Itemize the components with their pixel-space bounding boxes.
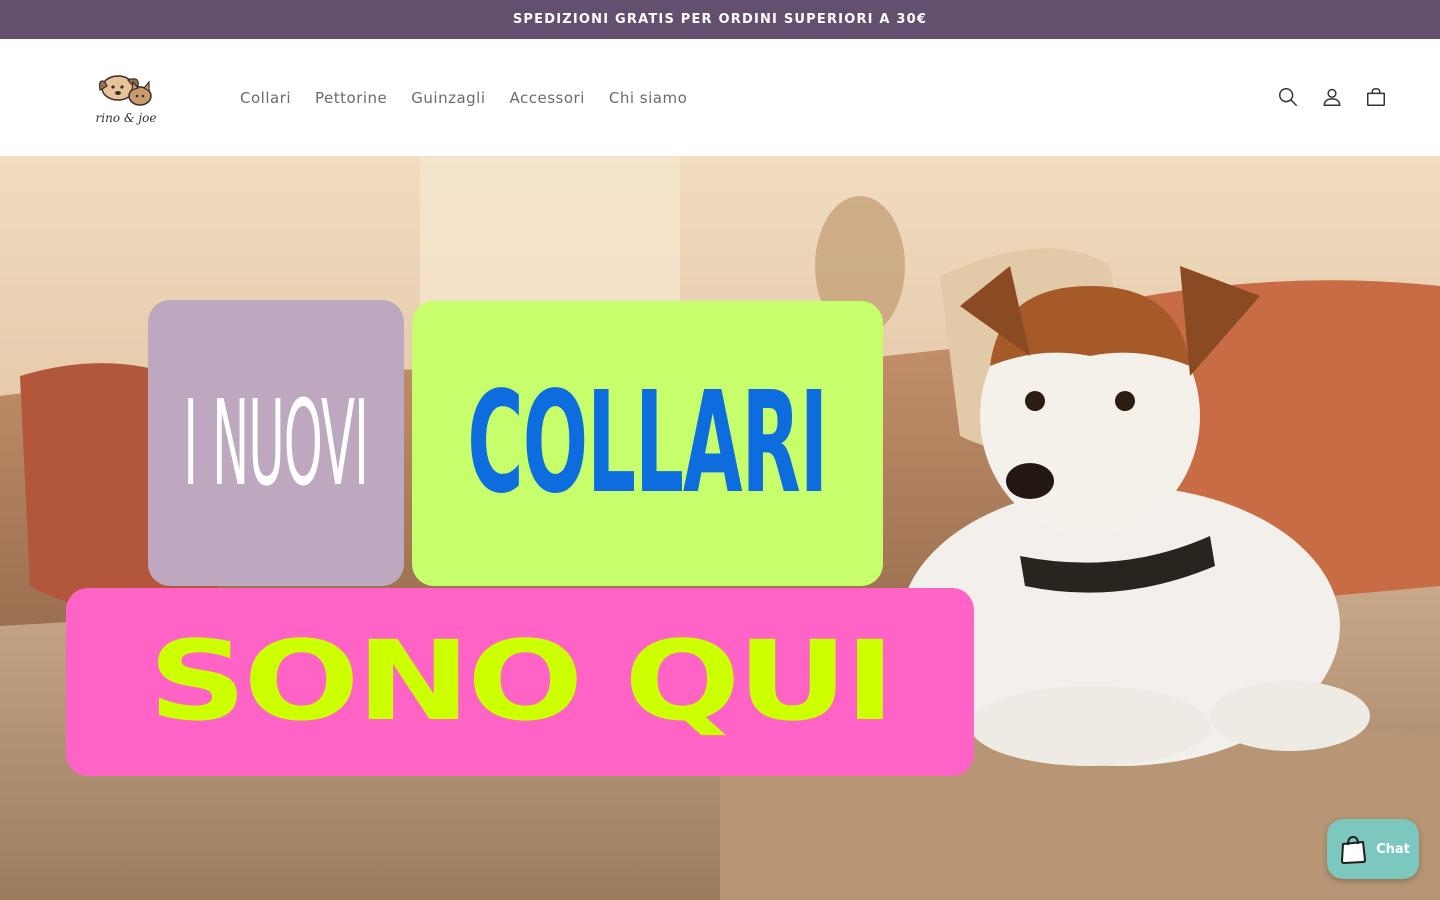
nav-item-collari[interactable]: Collari: [228, 89, 303, 107]
logo-wordmark: rino & joe: [96, 111, 157, 125]
announcement-bar: SPEDIZIONI GRATIS PER ORDINI SUPERIORI A…: [0, 0, 1440, 39]
logo-image: rino & joe: [96, 75, 157, 125]
nav-item-pettorine[interactable]: Pettorine: [303, 89, 399, 107]
search-icon: [1279, 88, 1297, 106]
nav-item-accessori[interactable]: Accessori: [498, 89, 597, 107]
hero-tile-sono-qui: SONO QUI: [66, 588, 974, 776]
hero-text-collari: COLLARI: [467, 361, 829, 525]
hero-tile-nuovi: I NUOVI: [148, 300, 404, 586]
shopping-bag-icon: [1341, 835, 1367, 864]
hero-banner[interactable]: I NUOVI COLLARI SONO QUI: [0, 156, 1440, 900]
search-button[interactable]: [1270, 75, 1306, 119]
header-icons: [1270, 75, 1394, 119]
site-header: rino & joe Collari Pettorine Guinzagli A…: [0, 39, 1440, 156]
main-nav: Collari Pettorine Guinzagli Accessori Ch…: [228, 39, 699, 156]
account-icon: [1323, 88, 1341, 106]
hero-tile-collari: COLLARI: [412, 301, 883, 586]
nav-item-guinzagli[interactable]: Guinzagli: [399, 89, 497, 107]
cart-button[interactable]: [1358, 75, 1394, 119]
hero-text-sono-qui: SONO QUI: [148, 617, 895, 746]
cart-icon: [1367, 88, 1385, 106]
account-button[interactable]: [1314, 75, 1350, 119]
chat-label: Chat: [1376, 841, 1410, 857]
announcement-text: SPEDIZIONI GRATIS PER ORDINI SUPERIORI A…: [512, 12, 928, 27]
chat-button[interactable]: Chat: [1327, 819, 1419, 879]
logo[interactable]: rino & joe: [88, 66, 164, 130]
nav-item-chi-siamo[interactable]: Chi siamo: [597, 89, 699, 107]
hero-text-nuovi: I NUOVI: [183, 374, 369, 512]
